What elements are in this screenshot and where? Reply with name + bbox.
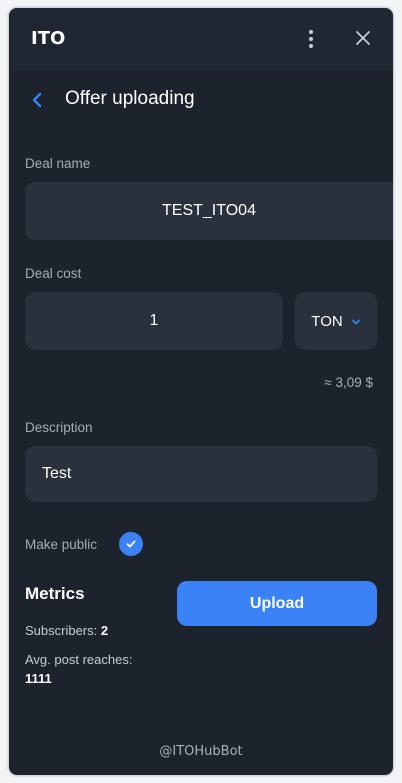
app-window: ITO Offer uploading Deal name TEST_ITO04… (9, 8, 393, 775)
page-title: Offer uploading (65, 88, 195, 109)
upload-button[interactable]: Upload (177, 581, 377, 626)
deal-name-field[interactable]: TEST_ITO04 (25, 182, 393, 240)
chevron-down-icon (351, 319, 360, 325)
make-public-label: Make public (25, 537, 98, 552)
currency-select[interactable]: TON (295, 292, 377, 350)
deal-cost-label: Deal cost (25, 266, 82, 281)
reaches-value: 1111 (25, 671, 52, 686)
kebab-menu-icon[interactable] (301, 27, 321, 51)
description-label: Description (25, 420, 93, 435)
description-field[interactable]: Test (25, 446, 377, 502)
close-icon[interactable] (354, 29, 372, 47)
converted-amount: ≈ 3,09 $ (324, 375, 373, 390)
make-public-checkbox[interactable] (119, 532, 143, 556)
subscribers-label: Subscribers: (25, 623, 98, 638)
metrics-title: Metrics (25, 584, 85, 603)
deal-cost-field[interactable]: 1 (25, 292, 283, 350)
subscribers-metric: Subscribers: 2 (25, 623, 108, 638)
checkmark-icon (126, 540, 136, 548)
chevron-left-icon[interactable] (29, 91, 47, 109)
reaches-value-line: 1111 (25, 671, 52, 686)
deal-name-label: Deal name (25, 156, 91, 171)
bot-username: @ITOHubBot (159, 744, 243, 759)
subscribers-value: 2 (100, 623, 109, 638)
title-bar: ITO (9, 8, 393, 70)
currency-value: TON (311, 312, 343, 330)
app-title: ITO (31, 28, 66, 49)
reaches-label: Avg. post reaches: (25, 652, 133, 667)
